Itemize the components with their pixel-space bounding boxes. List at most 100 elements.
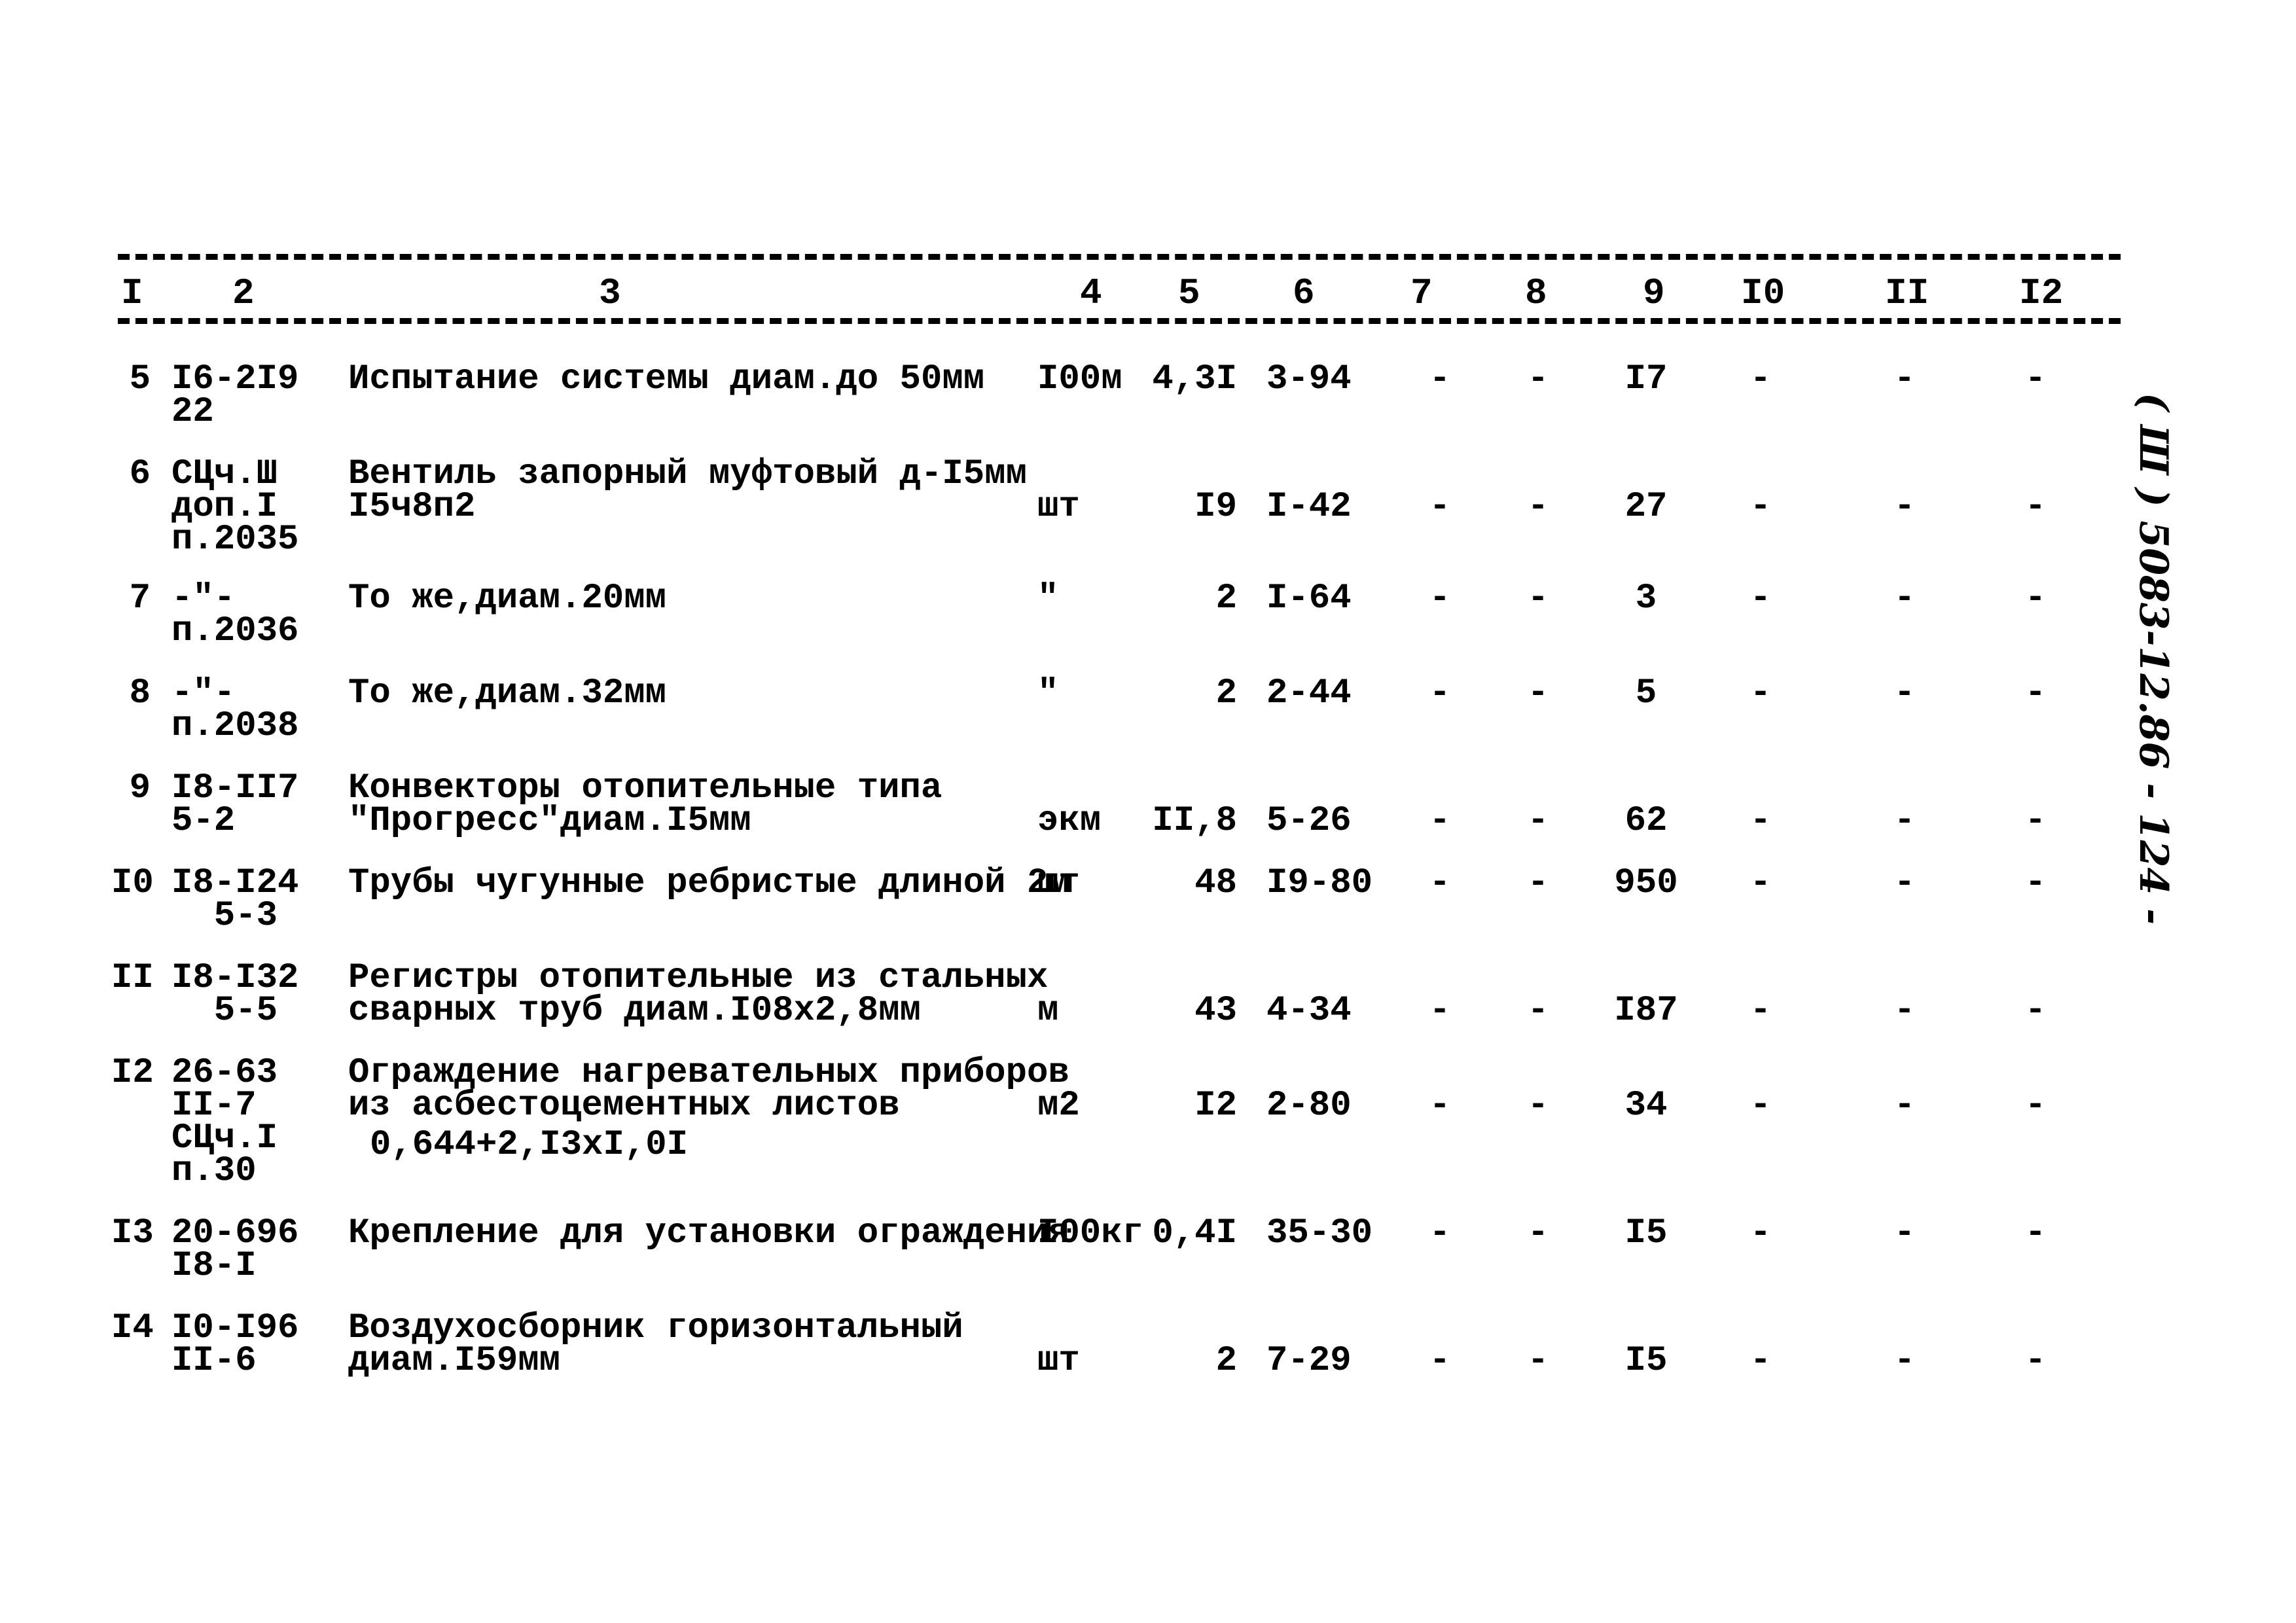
row-number: 9: [129, 768, 151, 808]
unit: I00м: [1037, 359, 1122, 399]
unit: ": [1037, 673, 1059, 713]
column-header: 7: [1410, 272, 1433, 314]
column-header: 3: [599, 272, 621, 314]
row-number: I3: [111, 1213, 154, 1253]
rate-code: I6-2I9 22: [171, 359, 299, 432]
column-header: 5: [1178, 272, 1200, 314]
work-description: Воздухосборник горизонтальный диам.I59мм: [348, 1308, 963, 1381]
work-description: Регистры отопительные из стальных сварны…: [348, 958, 1049, 1031]
rate-code: I8-II7 5-2: [171, 768, 299, 841]
cell-c7: -: [1429, 801, 1451, 841]
rate-code: 26-63 II-7 СЦч.I п.30: [171, 1053, 278, 1191]
cell-c7: -: [1429, 579, 1451, 618]
cell-c8: -: [1527, 1086, 1549, 1126]
cell-c7: -: [1429, 1341, 1451, 1381]
cell-c12: -: [2024, 579, 2047, 618]
cell-c10: -: [1749, 1341, 1772, 1381]
cell-c7: -: [1429, 1086, 1451, 1126]
header-top-rule: [118, 254, 2121, 260]
cell-c8: -: [1527, 673, 1549, 713]
work-description: Крепление для установки ограждения: [348, 1213, 1069, 1253]
rate-code: -"- п.2036: [171, 579, 299, 651]
cell-c10: -: [1749, 991, 1772, 1031]
cell-c12: -: [2024, 1213, 2047, 1253]
cell-c9: I5: [1624, 1341, 1668, 1381]
work-description: То же,диам.20мм: [348, 579, 667, 618]
cell-c11: -: [1893, 863, 1916, 903]
rate-code: СЦч.Ш доп.I п.2035: [171, 454, 299, 560]
cell-c8: -: [1527, 1213, 1549, 1253]
rate-code: -"- п.2038: [171, 673, 299, 746]
rate-code: 20-696 I8-I: [171, 1213, 299, 1286]
cell-c11: -: [1893, 991, 1916, 1031]
header-bottom-rule: [118, 318, 2121, 324]
unit-price: 3-94: [1266, 359, 1352, 399]
row-number: 8: [129, 673, 151, 713]
cell-c12: -: [2024, 863, 2047, 903]
column-header: I0: [1741, 272, 1785, 314]
cell-c9: 3: [1635, 579, 1657, 618]
unit: ": [1037, 579, 1059, 618]
cell-c11: -: [1893, 1213, 1916, 1253]
cell-c10: -: [1749, 359, 1772, 399]
column-header: 4: [1080, 272, 1102, 314]
cell-c9: I87: [1614, 991, 1678, 1031]
column-header: I: [121, 272, 143, 314]
cell-c10: -: [1749, 673, 1772, 713]
row-number: 5: [129, 359, 151, 399]
unit: шт: [1037, 487, 1080, 527]
cell-c9: 62: [1624, 801, 1668, 841]
column-header: 6: [1293, 272, 1315, 314]
rate-code: I0-I96 II-6: [171, 1308, 299, 1381]
quantity: I2: [1194, 1086, 1237, 1126]
cell-c11: -: [1893, 673, 1916, 713]
cell-c11: -: [1893, 1341, 1916, 1381]
cell-c8: -: [1527, 863, 1549, 903]
quantity: I9: [1194, 487, 1237, 527]
unit-price: 2-80: [1266, 1086, 1352, 1126]
unit: шт: [1037, 1341, 1080, 1381]
work-description: Ограждение нагревательных приборов из ас…: [348, 1053, 1069, 1126]
quantity: 43: [1194, 991, 1237, 1031]
cell-c8: -: [1527, 1341, 1549, 1381]
work-description: То же,диам.32мм: [348, 673, 667, 713]
row-number: II: [111, 958, 154, 998]
cell-c8: -: [1527, 991, 1549, 1031]
cell-c8: -: [1527, 579, 1549, 618]
cell-c10: -: [1749, 487, 1772, 527]
unit: экм: [1037, 801, 1102, 841]
cell-c11: -: [1893, 579, 1916, 618]
cell-c11: -: [1893, 801, 1916, 841]
unit: м: [1037, 991, 1059, 1031]
unit-price: I-64: [1266, 579, 1352, 618]
unit: I00кг: [1037, 1213, 1144, 1253]
column-header: I2: [2019, 272, 2064, 314]
cell-c10: -: [1749, 1213, 1772, 1253]
cell-c10: -: [1749, 863, 1772, 903]
quantity: 2: [1215, 1341, 1237, 1381]
quantity: 48: [1194, 863, 1237, 903]
unit-price: 5-26: [1266, 801, 1352, 841]
quantity: 2: [1215, 579, 1237, 618]
cell-c12: -: [2024, 1341, 2047, 1381]
column-header: II: [1885, 272, 1929, 314]
unit-price: 2-44: [1266, 673, 1352, 713]
quantity: 2: [1215, 673, 1237, 713]
row-number: I4: [111, 1308, 154, 1348]
cell-c8: -: [1527, 801, 1549, 841]
rate-code: I8-I24 5-3: [171, 863, 299, 936]
cell-c11: -: [1893, 359, 1916, 399]
cell-c10: -: [1749, 1086, 1772, 1126]
unit: шт: [1037, 863, 1080, 903]
cell-c10: -: [1749, 579, 1772, 618]
cell-c10: -: [1749, 801, 1772, 841]
row-number: I2: [111, 1053, 154, 1093]
row-number: 7: [129, 579, 151, 618]
unit-price: I9-80: [1266, 863, 1373, 903]
quantity: 0,4I: [1152, 1213, 1237, 1253]
cell-c9: 5: [1635, 673, 1657, 713]
cell-c9: 34: [1624, 1086, 1668, 1126]
cell-c12: -: [2024, 487, 2047, 527]
column-header: 8: [1525, 272, 1547, 314]
row-number: 6: [129, 454, 151, 494]
